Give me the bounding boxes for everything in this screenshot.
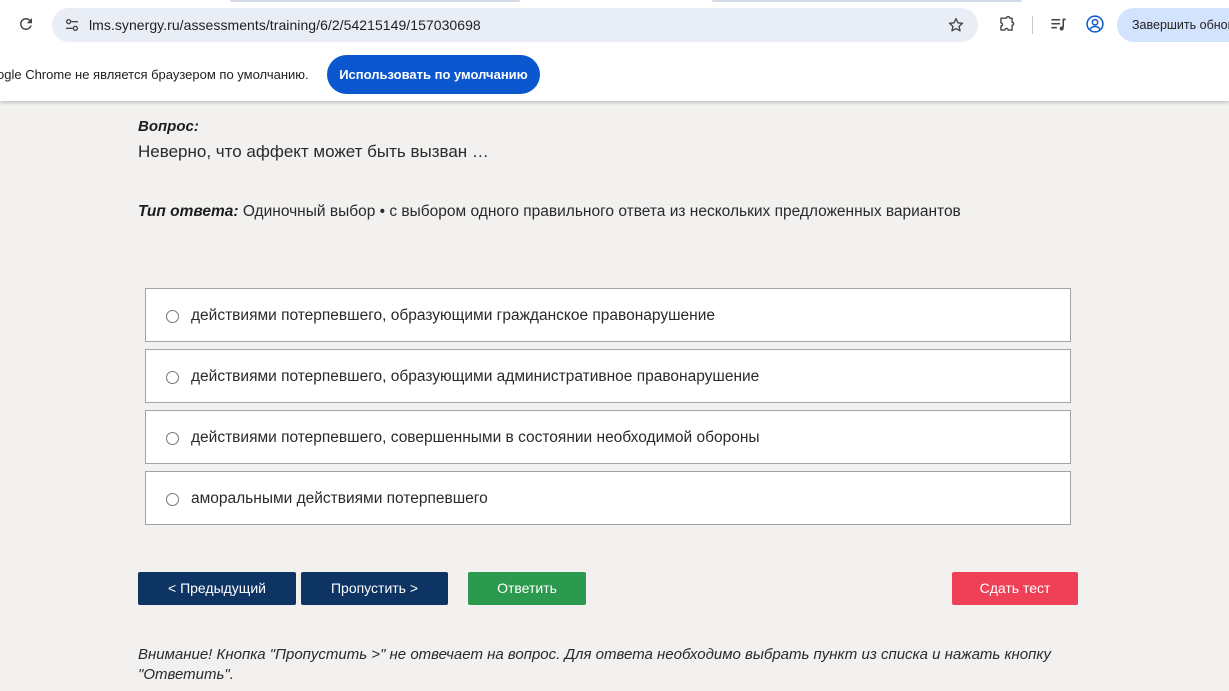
answer-option-text: действиями потерпевшего, совершенными в … bbox=[191, 429, 760, 446]
skip-button[interactable]: Пропустить > bbox=[301, 572, 448, 605]
answer-option[interactable]: действиями потерпевшего, образующими адм… bbox=[145, 349, 1071, 403]
browser-toolbar: lms.synergy.ru/assessments/training/6/2/… bbox=[0, 0, 1229, 49]
radio-button[interactable] bbox=[166, 310, 179, 323]
question-label: Вопрос: bbox=[138, 118, 199, 135]
media-controls-icon[interactable] bbox=[1046, 12, 1070, 36]
infobar-message: ogle Chrome не является браузером по умо… bbox=[0, 67, 309, 82]
skip-warning-notice: Внимание! Кнопка "Пропустить >" не отвеч… bbox=[138, 646, 1051, 683]
previous-button[interactable]: < Предыдущий bbox=[138, 572, 296, 605]
radio-button[interactable] bbox=[166, 432, 179, 445]
submit-test-button[interactable]: Сдать тест bbox=[952, 572, 1078, 605]
answer-option[interactable]: аморальными действиями потерпевшего bbox=[145, 471, 1071, 525]
finish-update-button[interactable]: Завершить обнов bbox=[1117, 8, 1229, 42]
address-bar[interactable]: lms.synergy.ru/assessments/training/6/2/… bbox=[52, 8, 978, 42]
toolbar-separator bbox=[1032, 16, 1033, 34]
answer-type: Тип ответа: Одиночный выбор • с выбором … bbox=[138, 203, 961, 221]
reload-icon[interactable] bbox=[14, 12, 38, 36]
profile-icon[interactable] bbox=[1083, 12, 1107, 36]
extensions-icon[interactable] bbox=[994, 12, 1018, 36]
answer-type-value: Одиночный выбор • с выбором одного прави… bbox=[242, 203, 961, 220]
answer-type-label: Тип ответа: bbox=[138, 203, 239, 220]
tab-strip-edge bbox=[712, 0, 1022, 2]
default-browser-infobar: ogle Chrome не является браузером по умо… bbox=[0, 49, 1229, 101]
url-text[interactable]: lms.synergy.ru/assessments/training/6/2/… bbox=[89, 8, 481, 42]
site-info-icon[interactable] bbox=[60, 13, 84, 37]
radio-button[interactable] bbox=[166, 493, 179, 506]
set-default-button[interactable]: Использовать по умолчанию bbox=[327, 55, 540, 94]
question-text: Неверно, что аффект может быть вызван … bbox=[138, 142, 489, 161]
radio-button[interactable] bbox=[166, 371, 179, 384]
answer-option[interactable]: действиями потерпевшего, образующими гра… bbox=[145, 288, 1071, 342]
answer-option-text: действиями потерпевшего, образующими адм… bbox=[191, 368, 760, 385]
tab-strip-edge bbox=[230, 0, 520, 2]
answer-option[interactable]: действиями потерпевшего, совершенными в … bbox=[145, 410, 1071, 464]
answer-option-text: действиями потерпевшего, образующими гра… bbox=[191, 307, 715, 324]
bookmark-star-icon[interactable] bbox=[944, 13, 968, 37]
answer-button[interactable]: Ответить bbox=[468, 572, 586, 605]
answer-option-text: аморальными действиями потерпевшего bbox=[191, 490, 488, 507]
test-page: Вопрос: Неверно, что аффект может быть в… bbox=[0, 101, 1229, 691]
